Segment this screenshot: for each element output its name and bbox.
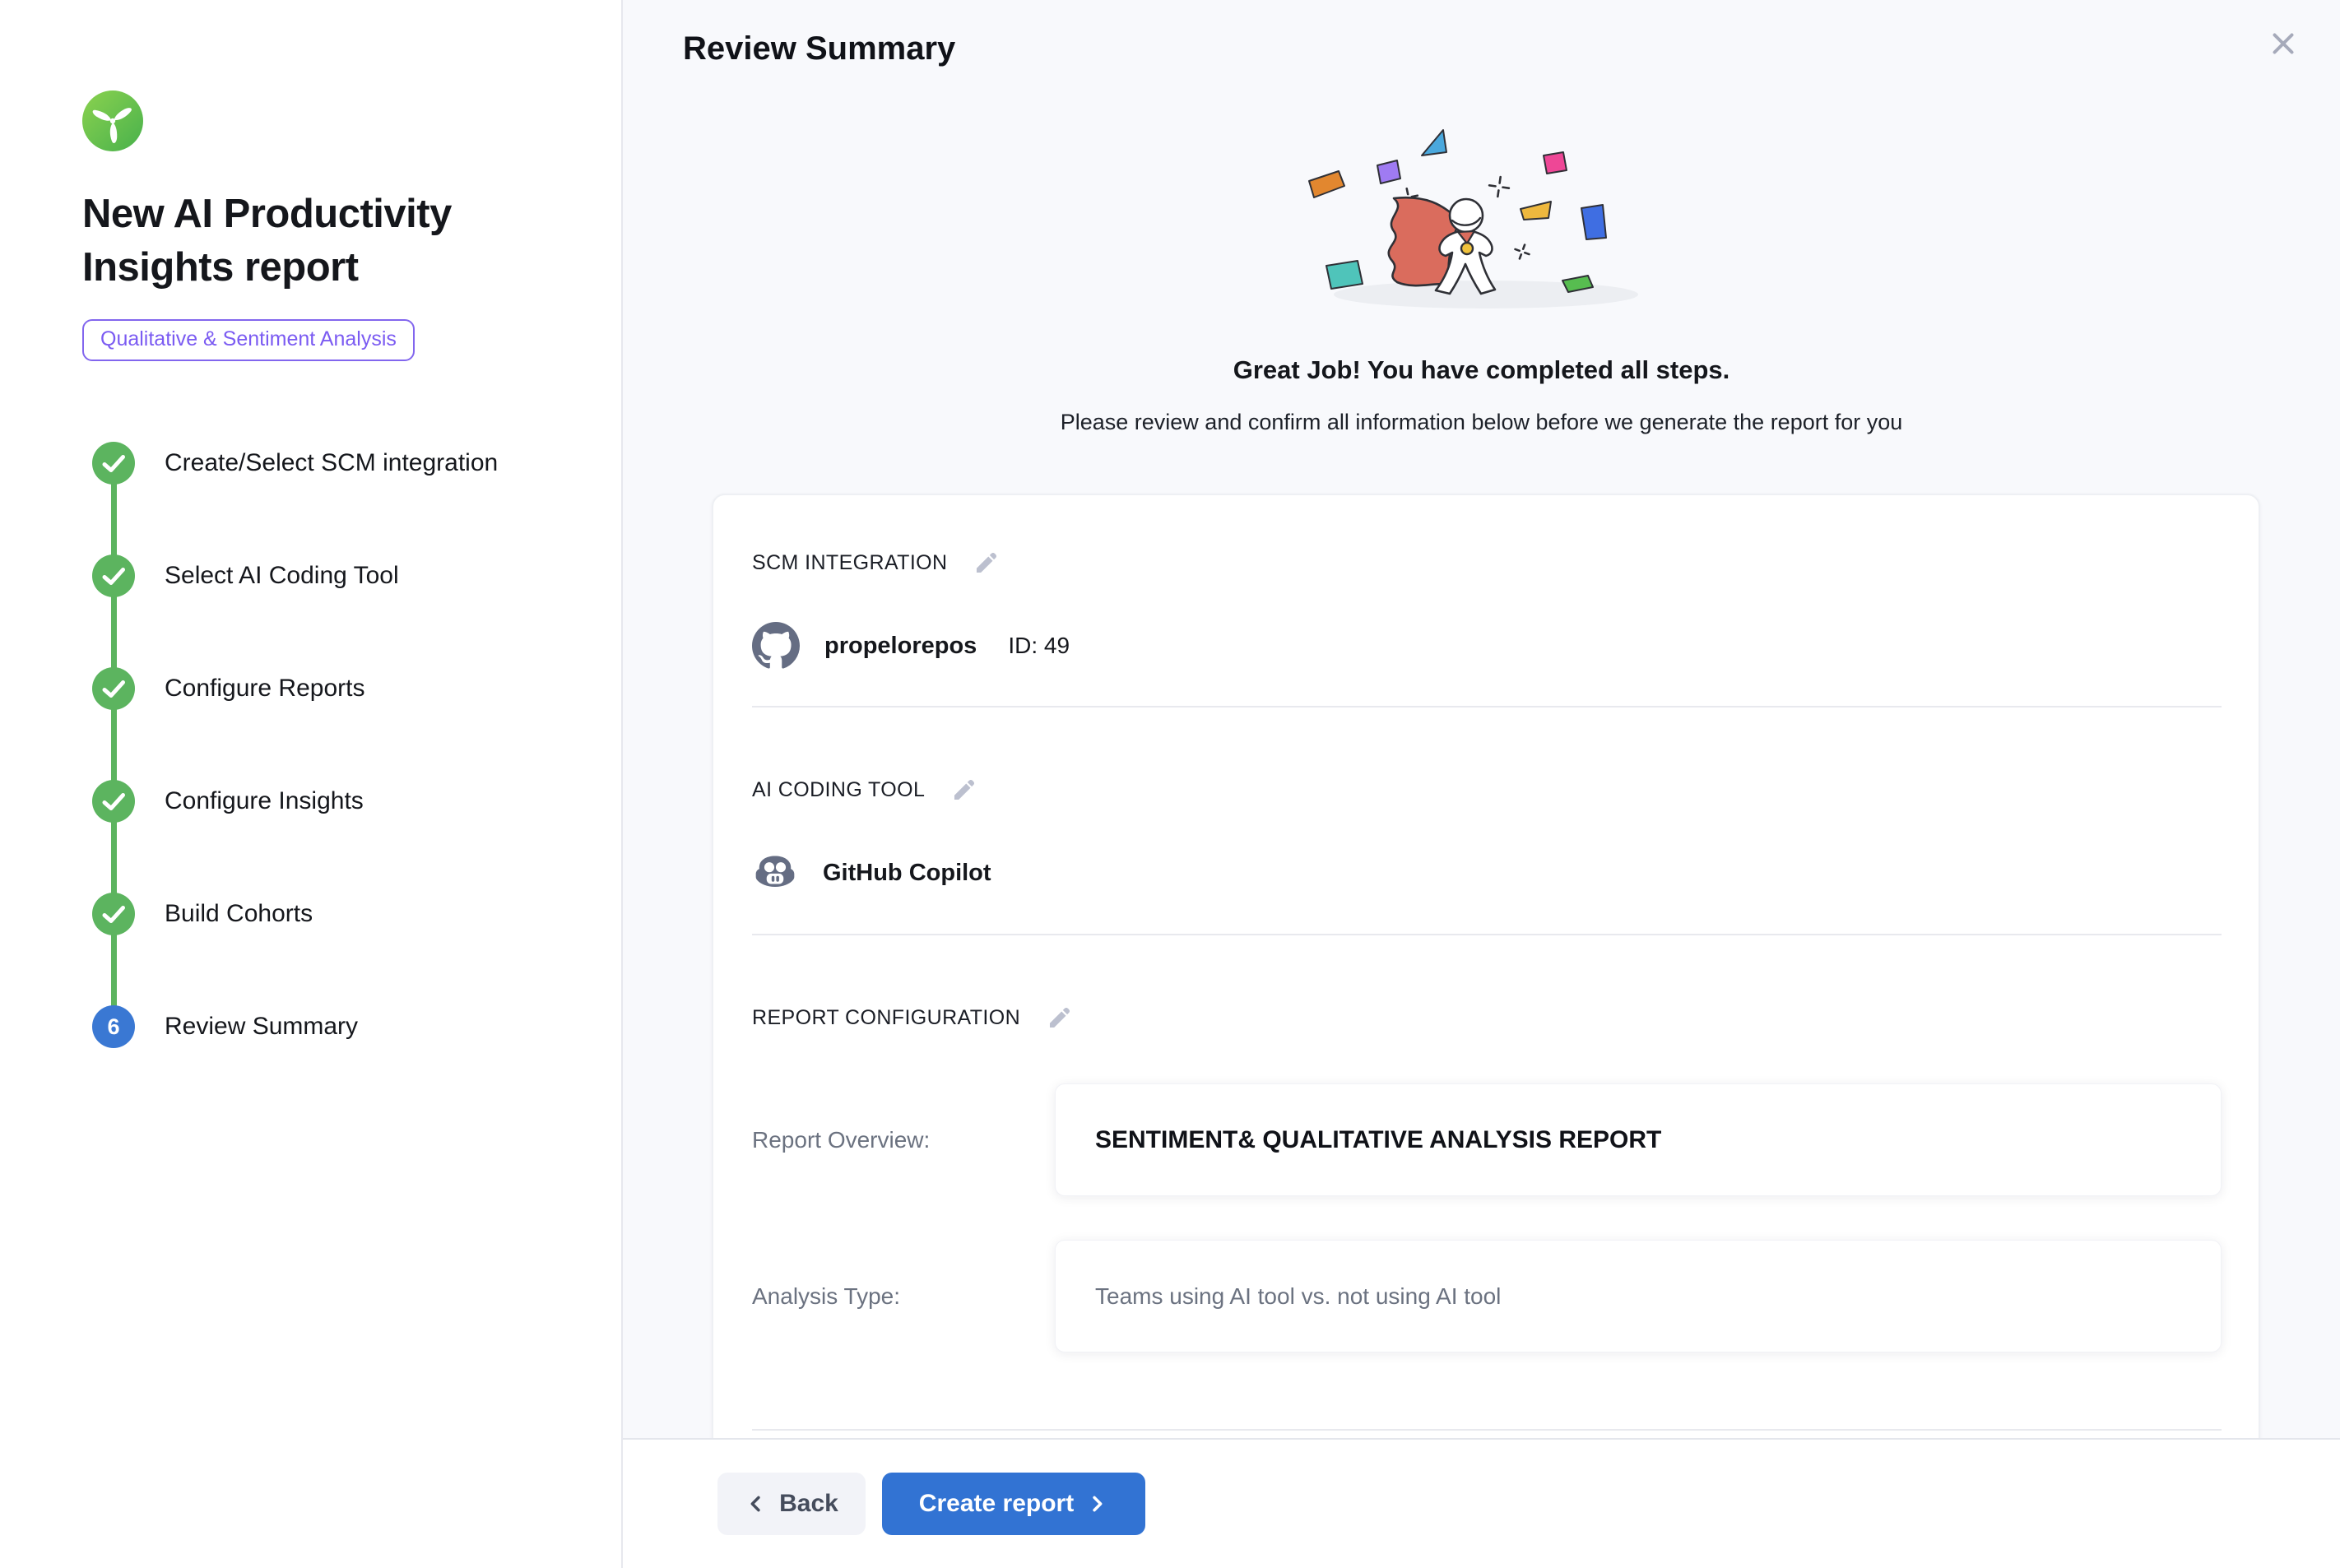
edit-report-config-pencil-icon[interactable] [1045,1003,1075,1032]
step-configure-reports[interactable]: Configure Reports [92,667,588,710]
scm-integration-value-row: propelorepos ID: 49 [752,622,2222,670]
edit-scm-pencil-icon[interactable] [972,548,1001,578]
panel-content: Great Job! You have completed all steps.… [623,67,2340,1438]
section-label: AI CODING TOOL [752,778,925,802]
report-overview-value: SENTIMENT& QUALITATIVE ANALYSIS REPORT [1055,1083,2222,1196]
step-label: Select AI Coding Tool [165,562,399,590]
panel-header: Review Summary [623,0,2340,67]
stepper: Create/Select SCM integration Select AI … [92,442,588,1048]
create-report-button[interactable]: Create report [882,1473,1145,1535]
sidebar: New AI Productivity Insights report Qual… [0,0,623,1568]
step-review-summary[interactable]: 6 Review Summary [92,1005,588,1048]
back-button-label: Back [779,1490,838,1518]
step-label: Build Cohorts [165,900,313,928]
analysis-type-value: Teams using AI tool vs. not using AI too… [1055,1240,2222,1352]
analysis-type-label: Analysis Type: [752,1283,1055,1310]
close-icon[interactable] [2264,25,2302,63]
section-divider [752,934,2222,935]
step-configure-insights[interactable]: Configure Insights [92,780,588,823]
analysis-type-row: Analysis Type: Teams using AI tool vs. n… [752,1240,2222,1352]
section-divider [752,706,2222,707]
review-card: SCM INTEGRATION propelorepos [712,494,2260,1438]
report-type-badge: Qualitative & Sentiment Analysis [82,319,415,361]
ai-coding-tool-section-header: AI CODING TOOL [752,775,2222,805]
scm-integration-id: ID: 49 [1008,633,1070,659]
step-complete-check-icon [92,442,135,485]
panel-title: Review Summary [683,30,2287,67]
step-complete-check-icon [92,667,135,710]
edit-ai-tool-pencil-icon[interactable] [949,775,979,805]
congrats-title: Great Job! You have completed all steps. [623,355,2340,385]
step-build-cohorts[interactable]: Build Cohorts [92,893,588,935]
github-copilot-icon [752,850,798,896]
scm-integration-name: propelorepos [824,633,977,660]
back-button[interactable]: Back [717,1473,866,1535]
stepper-connector-line [111,463,117,1027]
review-summary-panel: Review Summary [623,0,2340,1568]
step-complete-check-icon [92,780,135,823]
congrats-subtitle: Please review and confirm all informatio… [623,410,2340,435]
section-label: SCM INTEGRATION [752,551,947,575]
step-number-badge: 6 [92,1005,135,1048]
step-complete-check-icon [92,893,135,935]
step-select-ai-coding-tool[interactable]: Select AI Coding Tool [92,554,588,597]
step-label: Configure Insights [165,787,364,815]
chevron-left-icon [745,1492,768,1515]
report-configuration-section-header: REPORT CONFIGURATION [752,1003,2222,1032]
step-label: Configure Reports [165,675,364,703]
propel-logo-icon [82,90,143,151]
chevron-right-icon [1085,1492,1108,1515]
step-create-select-scm-integration[interactable]: Create/Select SCM integration [92,442,588,485]
ai-coding-tool-name: GitHub Copilot [823,860,991,887]
report-overview-label: Report Overview: [752,1127,1055,1153]
step-label: Create/Select SCM integration [165,449,498,477]
section-label: REPORT CONFIGURATION [752,1006,1020,1030]
ai-coding-tool-value-row: GitHub Copilot [752,849,2222,897]
github-icon [752,622,800,670]
scm-integration-section-header: SCM INTEGRATION [752,548,2222,578]
create-report-button-label: Create report [919,1490,1074,1518]
report-wizard-window: New AI Productivity Insights report Qual… [0,0,2340,1568]
step-label: Review Summary [165,1013,358,1041]
section-divider [752,1429,2222,1431]
wizard-footer: Back Create report [623,1438,2340,1568]
celebration-illustration [1301,123,1663,324]
report-overview-row: Report Overview: SENTIMENT& QUALITATIVE … [752,1083,2222,1196]
step-complete-check-icon [92,554,135,597]
wizard-title: New AI Productivity Insights report [82,188,547,295]
